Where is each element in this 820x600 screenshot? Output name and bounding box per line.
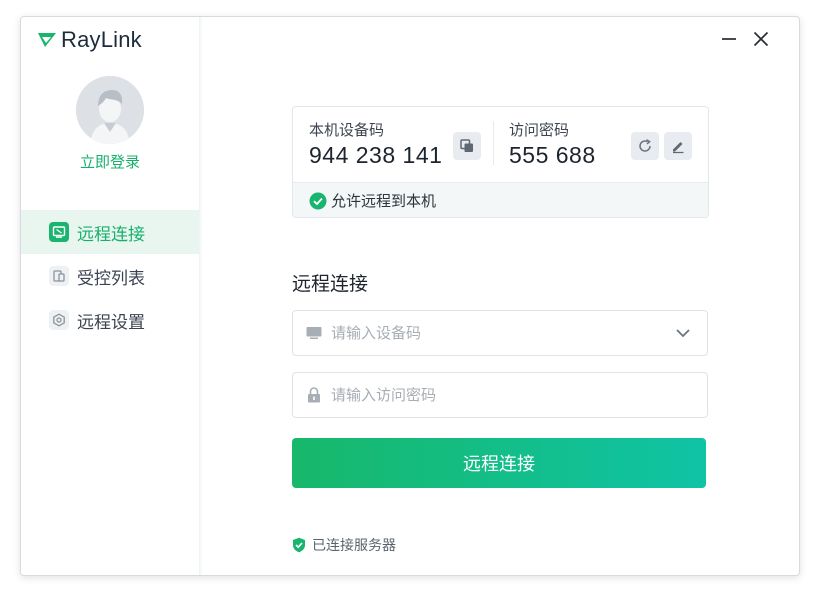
login-link[interactable]: 立即登录 (21, 151, 199, 172)
sidebar-item-label: 受控列表 (77, 268, 145, 289)
connect-section-title: 远程连接 (292, 273, 369, 295)
server-status-text: 已连接服务器 (312, 538, 396, 554)
sidebar-item-label: 远程连接 (77, 224, 145, 245)
sidebar: RayLink 立即登录 远程连接 受控列表 远程设置 (21, 17, 200, 575)
device-history-dropdown[interactable] (673, 323, 693, 343)
device-code-label: 本机设备码 (309, 121, 385, 139)
sidebar-divider (199, 17, 203, 575)
access-password-label: 访问密码 (509, 121, 570, 139)
settings-hexagon-icon (49, 310, 69, 330)
logo-text: RayLink (61, 27, 142, 52)
avatar[interactable] (76, 76, 144, 144)
raylink-logo-icon (38, 33, 56, 47)
app-window: RayLink 立即登录 远程连接 受控列表 远程设置 本机设备码 944 23… (20, 16, 800, 576)
shield-check-icon (293, 537, 305, 553)
edit-icon (673, 142, 684, 154)
refresh-password-button[interactable] (631, 132, 659, 160)
edit-password-button[interactable] (664, 132, 692, 160)
server-status: 已连接服务器 (292, 535, 396, 555)
app-logo: RayLink (37, 27, 142, 53)
password-field (292, 372, 708, 418)
close-icon (753, 31, 769, 47)
remote-desktop-icon (49, 222, 69, 242)
allow-remote-label: 允许远程到本机 (331, 192, 437, 210)
minimize-button[interactable] (715, 25, 743, 53)
remote-connect-button[interactable]: 远程连接 (292, 438, 706, 488)
device-code-input[interactable] (331, 324, 673, 342)
access-password-input[interactable] (331, 386, 707, 404)
chevron-down-icon (676, 328, 690, 337)
sidebar-item-remote-settings[interactable]: 远程设置 (21, 298, 199, 342)
access-password-value: 555 688 (509, 142, 596, 168)
copy-icon (460, 139, 473, 152)
user-avatar-icon (76, 76, 144, 144)
sidebar-item-controlled-list[interactable]: 受控列表 (21, 254, 199, 298)
refresh-icon (639, 139, 651, 152)
sidebar-item-label: 远程设置 (77, 312, 145, 333)
copy-device-code-button[interactable] (453, 132, 481, 160)
lock-icon (305, 387, 323, 403)
minimize-icon (722, 38, 736, 40)
device-code-value: 944 238 141 (309, 142, 443, 168)
sidebar-nav: 远程连接 受控列表 远程设置 (21, 210, 199, 342)
sidebar-item-remote-connect[interactable]: 远程连接 (21, 210, 199, 254)
device-info-card: 本机设备码 944 238 141 访问密码 555 688 允许远程到本机 (292, 106, 709, 218)
close-button[interactable] (747, 25, 775, 53)
allow-remote-row[interactable]: 允许远程到本机 (293, 182, 708, 217)
device-list-icon (49, 266, 69, 286)
card-divider (493, 121, 494, 165)
device-code-field (292, 310, 708, 356)
check-circle-icon (309, 192, 327, 209)
monitor-icon (305, 325, 323, 341)
